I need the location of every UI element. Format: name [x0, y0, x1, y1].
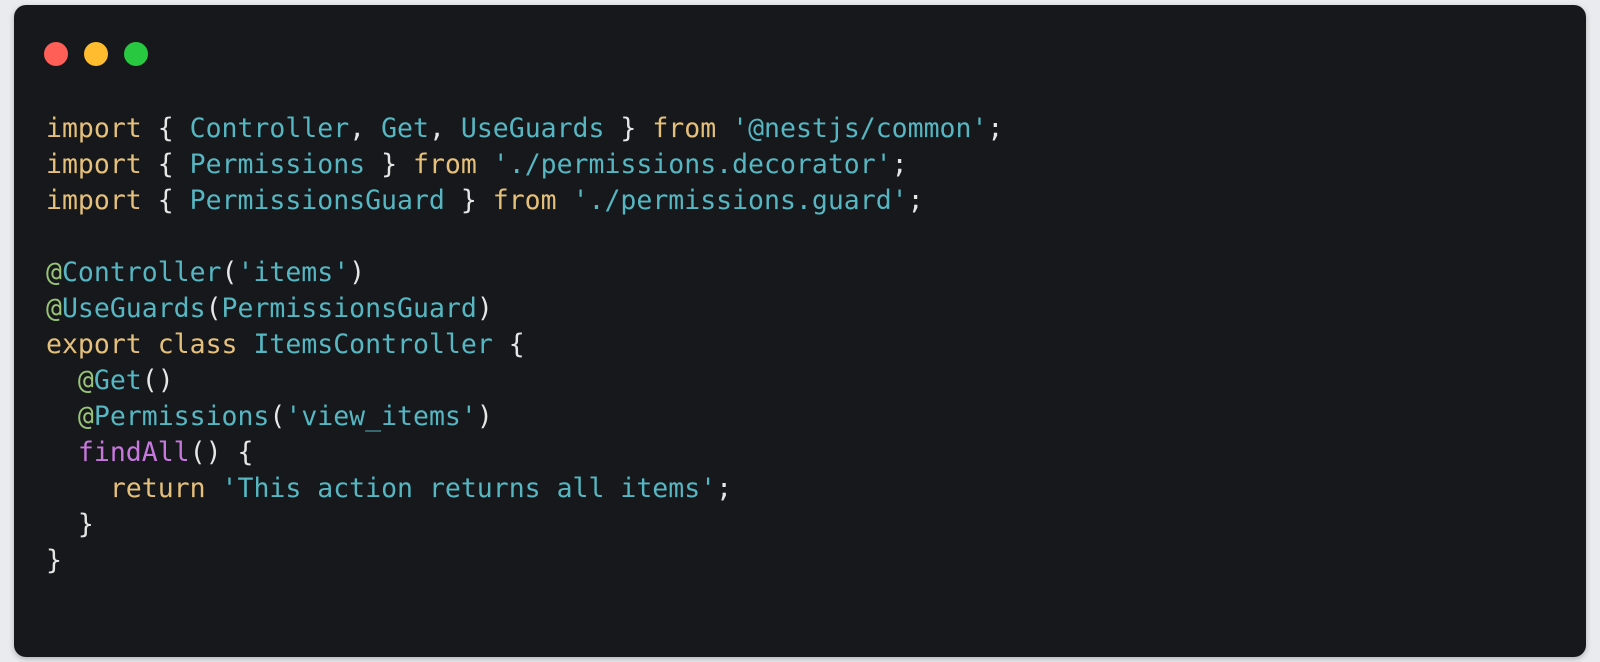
- code-line: }: [46, 543, 1003, 579]
- minimize-icon[interactable]: [84, 42, 108, 66]
- code-token-punctuation: {: [492, 329, 525, 360]
- code-line: findAll() {: [46, 435, 1003, 471]
- code-token-method: findAll: [77, 437, 190, 468]
- code-token-identifier: Permissions: [93, 401, 270, 432]
- code-token-punctuation: ;: [891, 149, 908, 180]
- code-token-keyword: from: [652, 113, 717, 144]
- code-token-identifier: PermissionsGuard: [189, 185, 445, 216]
- code-line: }: [46, 507, 1003, 543]
- code-token-punctuation: ): [349, 257, 366, 288]
- code-token-keyword: import: [46, 185, 142, 216]
- code-token-decorator-at: @: [46, 257, 62, 288]
- code-window: import { Controller, Get, UseGuards } fr…: [14, 5, 1586, 657]
- code-line: @UseGuards(PermissionsGuard): [46, 291, 1003, 327]
- maximize-icon[interactable]: [124, 42, 148, 66]
- code-token-decorator-at: @: [77, 365, 94, 396]
- code-token-punctuation: [46, 473, 110, 504]
- code-token-punctuation: [237, 329, 253, 360]
- code-token-keyword: from: [492, 185, 557, 216]
- code-token-punctuation: {: [141, 113, 190, 144]
- code-token-punctuation: ,: [428, 113, 461, 144]
- code-token-keyword: import: [46, 113, 142, 144]
- code-token-keyword: return: [109, 473, 206, 504]
- code-token-identifier: ItemsController: [253, 329, 493, 360]
- code-token-punctuation: [46, 401, 78, 432]
- code-token-punctuation: (: [269, 401, 286, 432]
- code-line: return 'This action returns all items';: [46, 471, 1003, 507]
- code-token-punctuation: {: [141, 149, 190, 180]
- window-controls: [44, 42, 148, 66]
- code-token-punctuation: }: [46, 509, 94, 540]
- code-line: import { PermissionsGuard } from './perm…: [46, 183, 1003, 219]
- code-token-punctuation: (: [221, 257, 238, 288]
- code-token-punctuation: (: [205, 293, 222, 324]
- code-token-punctuation: (): [141, 365, 174, 396]
- code-token-punctuation: ): [476, 401, 493, 432]
- code-token-punctuation: [206, 473, 222, 504]
- code-token-identifier: Get: [93, 365, 142, 396]
- code-token-identifier: Permissions: [189, 149, 366, 180]
- code-token-identifier: UseGuards: [61, 293, 206, 324]
- code-token-punctuation: ;: [987, 113, 1004, 144]
- code-token-punctuation: }: [46, 545, 62, 576]
- code-line: @Get(): [46, 363, 1003, 399]
- code-token-punctuation: [142, 329, 158, 360]
- code-token-decorator-at: @: [46, 293, 62, 324]
- code-token-string: './permissions.guard': [572, 185, 908, 216]
- code-token-punctuation: [46, 437, 78, 468]
- code-token-keyword: from: [412, 149, 477, 180]
- code-line: import { Permissions } from './permissio…: [46, 147, 1003, 183]
- code-token-identifier: PermissionsGuard: [221, 293, 477, 324]
- code-token-punctuation: ): [476, 293, 493, 324]
- code-line: @Controller('items'): [46, 255, 1003, 291]
- code-token-punctuation: }: [444, 185, 493, 216]
- code-token-string: 'view_items': [285, 401, 477, 432]
- code-token-punctuation: [557, 185, 573, 216]
- code-token-string: './permissions.decorator': [492, 149, 892, 180]
- code-token-identifier: Controller: [61, 257, 222, 288]
- code-token-punctuation: }: [604, 113, 653, 144]
- code-token-identifier: Controller: [189, 113, 350, 144]
- code-token-punctuation: [46, 365, 78, 396]
- code-line: export class ItemsController {: [46, 327, 1003, 363]
- code-token-punctuation: () {: [189, 437, 254, 468]
- close-icon[interactable]: [44, 42, 68, 66]
- code-token-string: 'items': [237, 257, 350, 288]
- code-token-identifier: Get: [381, 113, 429, 144]
- code-token-keyword: export: [46, 329, 142, 360]
- code-token-punctuation: ,: [349, 113, 382, 144]
- code-token-punctuation: [477, 149, 493, 180]
- code-line: import { Controller, Get, UseGuards } fr…: [46, 111, 1003, 147]
- code-token-keyword: import: [46, 149, 142, 180]
- code-token-punctuation: }: [365, 149, 413, 180]
- code-block: import { Controller, Get, UseGuards } fr…: [46, 111, 1003, 579]
- code-token-string: '@nestjs/common': [732, 113, 988, 144]
- code-token-punctuation: [716, 113, 732, 144]
- code-token-identifier: UseGuards: [460, 113, 605, 144]
- code-token-punctuation: ;: [907, 185, 924, 216]
- code-token-string: 'This action returns all items': [221, 473, 717, 504]
- code-token-decorator-at: @: [77, 401, 94, 432]
- code-token-punctuation: ;: [716, 473, 733, 504]
- code-token-punctuation: {: [141, 185, 190, 216]
- code-line: @Permissions('view_items'): [46, 399, 1003, 435]
- code-token-keyword: class: [157, 329, 238, 360]
